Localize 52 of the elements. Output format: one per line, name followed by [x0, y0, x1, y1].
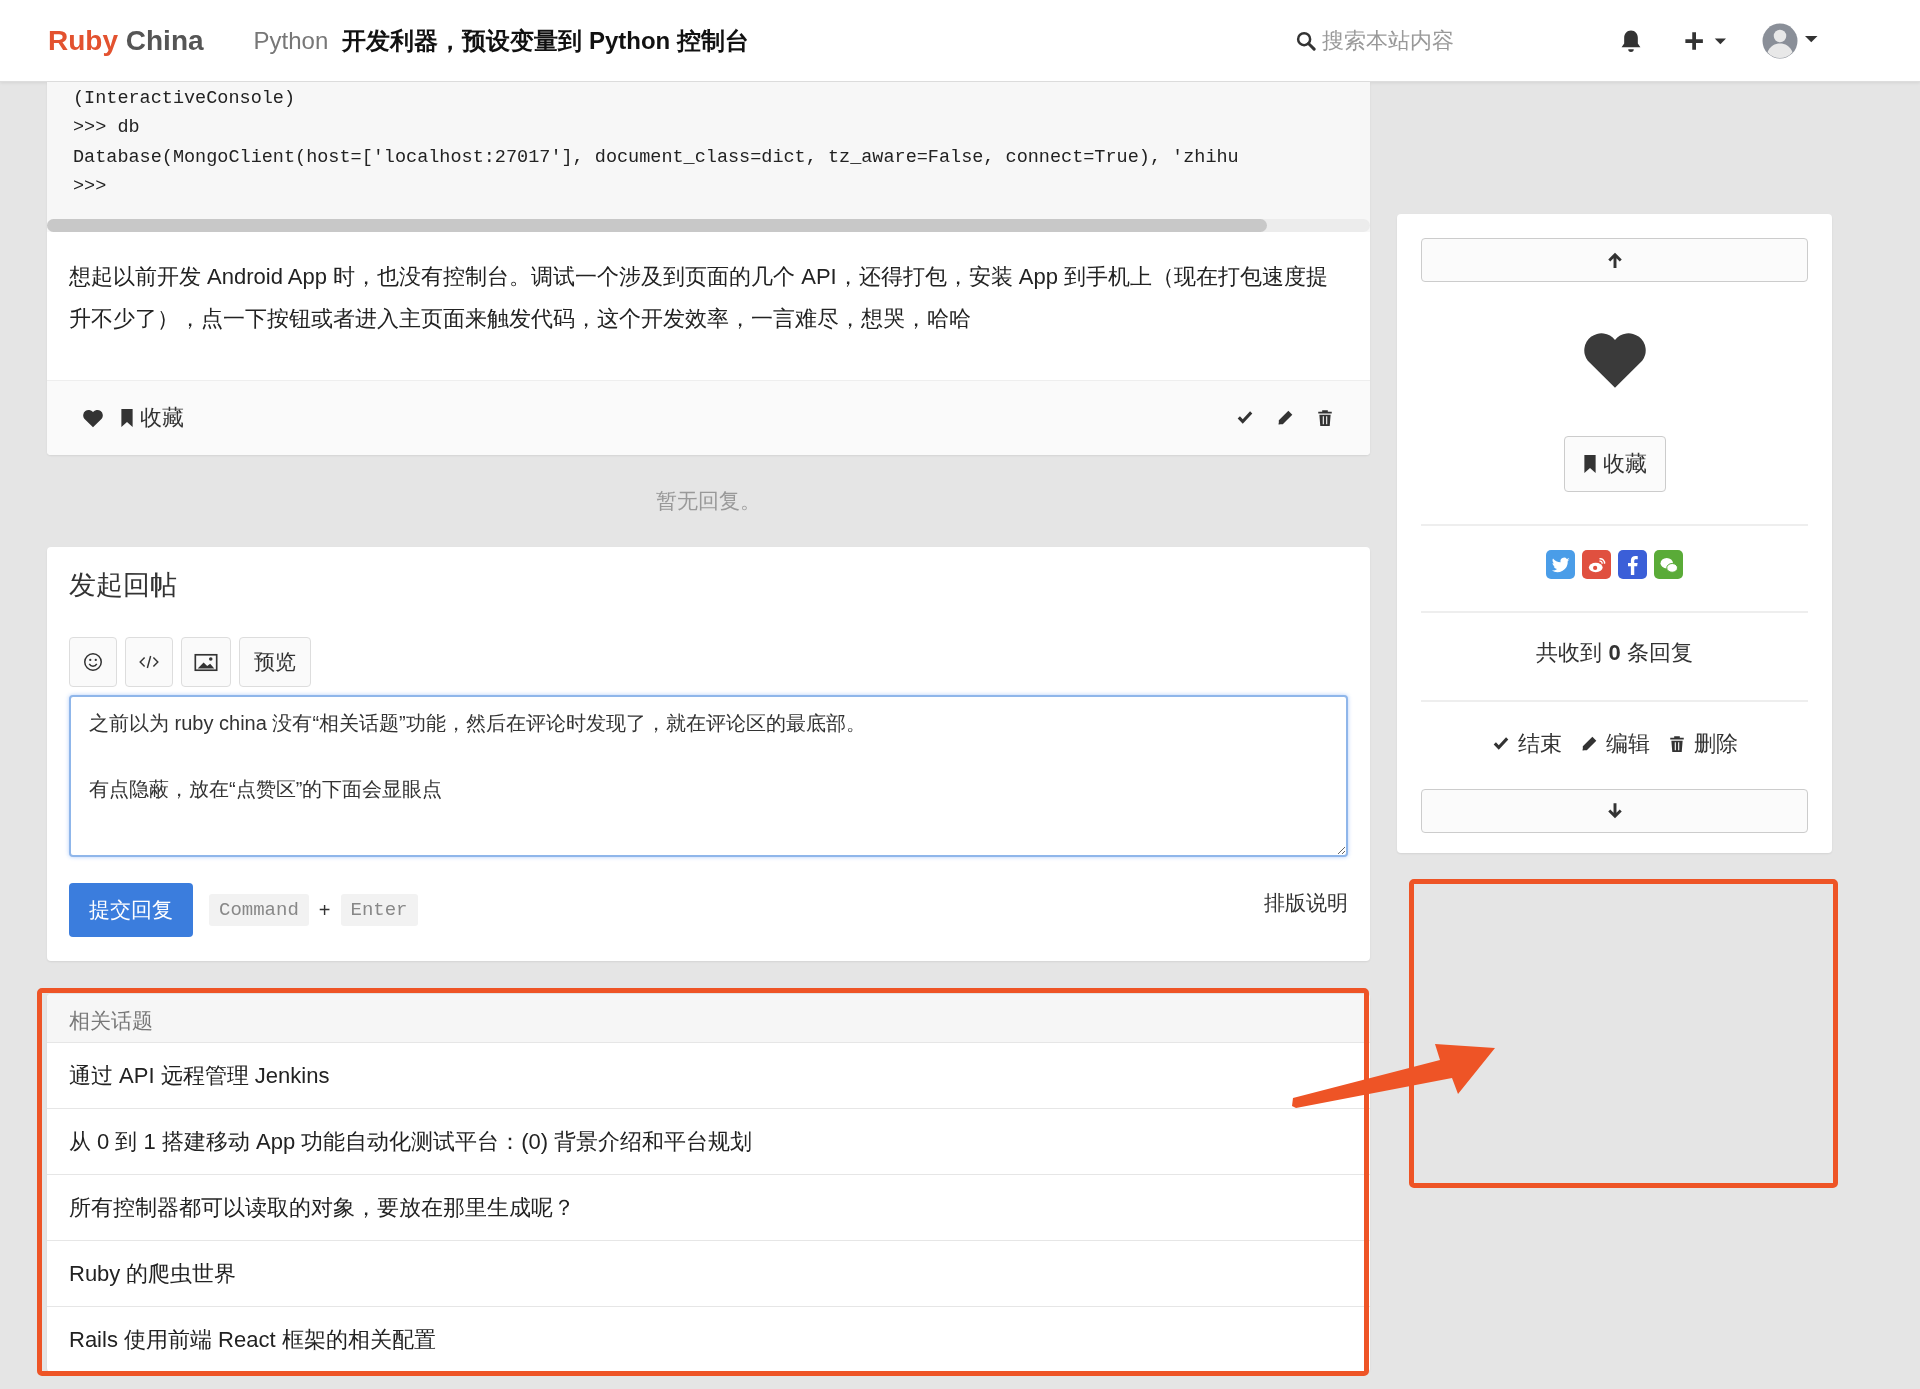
image-icon: [194, 652, 218, 672]
edit-topic-link[interactable]: 编辑: [1579, 729, 1650, 759]
trash-icon: [1316, 409, 1334, 428]
code-line: >>>: [72, 174, 108, 199]
bird-share-icon[interactable]: [1546, 550, 1575, 579]
related-topics-header: 相关话题: [47, 994, 1370, 1043]
search-icon: [1296, 30, 1316, 51]
reply-form-title: 发起回帖: [69, 569, 177, 603]
delete-topic-button[interactable]: [1316, 409, 1334, 428]
keyboard-key: Enter: [340, 894, 418, 927]
chat-bubbles-share-icon[interactable]: [1654, 550, 1683, 579]
bookmark-icon: [1582, 455, 1597, 473]
formatting-help-link[interactable]: 排版说明: [1264, 889, 1348, 918]
delete-topic-link[interactable]: 删除: [1667, 729, 1738, 759]
reply-textarea[interactable]: 之前以为 ruby china 没有“相关话题”功能，然后在评论时发现了，就在评论区的最底部。 有点隐蔽，放在“点赞区”的下面会显眼点: [69, 695, 1348, 858]
like-heart-icon[interactable]: [82, 408, 104, 428]
smiley-icon: [83, 652, 103, 673]
letter-f-share-icon[interactable]: [1618, 550, 1647, 579]
pencil-icon: [1276, 409, 1294, 428]
horizontal-scrollbar[interactable]: [47, 219, 1370, 233]
no-replies-text: 暂无回复。: [656, 488, 761, 515]
arrow-down-icon: [1605, 802, 1624, 820]
related-topic-link[interactable]: Rails 使用前端 React 框架的相关配置: [47, 1306, 1370, 1373]
emoji-button[interactable]: [69, 637, 117, 688]
related-topic-link[interactable]: 从 0 到 1 搭建移动 App 功能自动化测试平台：(0) 背景介绍和平台规划: [47, 1108, 1370, 1175]
code-line: Database(MongoClient(host=['localhost:27017'], document_class=dict, tz_aware=False, connect=True), 'zhihu: [72, 145, 1240, 170]
bookmark-link[interactable]: 收藏: [120, 403, 184, 434]
code-button[interactable]: [125, 637, 173, 688]
keyboard-key: Command: [209, 894, 309, 927]
trash-icon: [1667, 735, 1686, 753]
new-menu-button[interactable]: [1684, 30, 1728, 51]
preview-button[interactable]: 预览: [239, 637, 311, 688]
code-line: >>> db: [72, 116, 141, 141]
related-topic-link[interactable]: 所有控制器都可以读取的对象，要放在那里生成呢？: [47, 1174, 1370, 1241]
related-topic-link[interactable]: Ruby 的爬虫世界: [47, 1240, 1370, 1307]
eye-swirl-share-icon[interactable]: [1582, 550, 1611, 579]
submit-reply-button[interactable]: 提交回复: [69, 883, 193, 938]
pencil-icon: [1579, 735, 1598, 753]
reply-count-text: 共收到 0 条回复: [1536, 639, 1693, 667]
topic-node-label: Python: [253, 26, 329, 55]
site-logo[interactable]: Ruby China: [48, 24, 204, 57]
search-field[interactable]: 搜索本站内容: [1296, 26, 1578, 55]
code-line: (InteractiveConsole): [72, 87, 297, 111]
edit-topic-button[interactable]: [1276, 409, 1294, 428]
close-topic-link[interactable]: 结束: [1491, 729, 1562, 759]
topic-title: 开发利器，预设变量到 Python 控制台: [342, 25, 749, 56]
bookmark-button[interactable]: 收藏: [1563, 436, 1666, 492]
arrow-up-icon: [1605, 251, 1624, 269]
key-combination-plus: +: [318, 898, 331, 922]
topic-paragraph: 想起以前开发 Android App 时，也没有控制台。调试一个涉及到页面的几个 API，还得打包，安装 App 到手机上（现在打包速度提升不少了），点一下按钮或者进入主页面来触发代码，这个开发效率，一言难尽，想哭，哈哈: [68, 263, 1330, 334]
image-button[interactable]: [181, 637, 231, 688]
bookmark-icon: [120, 409, 134, 428]
